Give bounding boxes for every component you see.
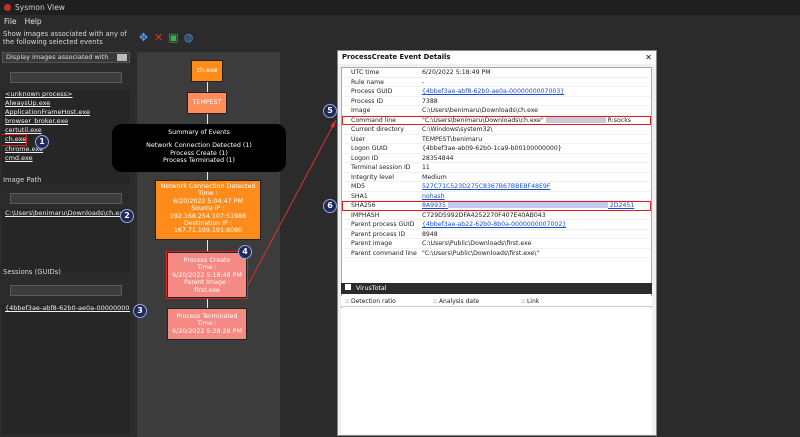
row-value: {4bbef3ae-ab09-62b0-1ca9-b00100000000} xyxy=(422,145,562,152)
row-value: "C:\Users\benimaru\Downloads\ch.exe" R:s… xyxy=(422,116,631,125)
row-key: IMPHASH xyxy=(351,211,380,219)
row-key: Rule name xyxy=(351,78,384,86)
detail-row: IMPHASH C729D5992DFA4252270F407E40AB043 xyxy=(342,211,651,220)
row-key: Terminal session ID xyxy=(351,164,411,171)
row-key: SHA256 xyxy=(351,202,376,209)
row-value: C:\Windows\system32\ xyxy=(422,126,493,133)
row-key: SHA1 xyxy=(351,192,368,200)
row-key: Process GUID xyxy=(351,88,393,95)
detail-row: Parent image C:\Users\Public\Downloads\fi… xyxy=(342,239,651,249)
callout-badge-5: 5 xyxy=(323,104,337,118)
detail-row-sha256: SHA256 8A9935 2D2451 xyxy=(342,201,651,211)
detail-row: SHA1 nohash xyxy=(342,192,651,201)
detail-row: Logon GUID {4bbef3ae-ab09-62b0-1ca9-b0010… xyxy=(342,144,651,154)
row-key: Parent process ID xyxy=(351,230,406,238)
command-line-tail: R:socks xyxy=(607,116,632,124)
row-value: - xyxy=(422,78,425,86)
detail-row: Logon ID 28354844 xyxy=(342,154,651,163)
callout-badge-1: 1 xyxy=(35,135,49,149)
row-value-link[interactable]: {4bbef3ae-ab22-62b0-8b0a-0000000007002} xyxy=(422,220,566,229)
detail-row: User TEMPEST\benimaru xyxy=(342,135,651,144)
row-key: User xyxy=(351,135,366,143)
row-key: Logon GUID xyxy=(351,145,388,152)
detail-row-command-line: Command line "C:\Users\benimaru\Download… xyxy=(342,115,651,125)
detail-row: MD5 527C71C523D275C8367B67BBEBF48E9F xyxy=(342,182,651,192)
row-value-link[interactable]: 527C71C523D275C8367B67BBEBF48E9F xyxy=(422,182,550,191)
row-value: 8948 xyxy=(422,230,438,238)
virustotal-columns: :: Detection ratio :: Analysis date :: L… xyxy=(341,296,652,307)
callout-badge-2: 2 xyxy=(120,209,134,223)
detail-row: Process GUID {4bbef3ae-abf8-62b0-ae0a-000… xyxy=(342,87,651,97)
row-key: MD5 xyxy=(351,183,366,190)
arrow-head xyxy=(330,120,336,128)
row-value: 28354844 xyxy=(422,154,454,162)
detail-row: Terminal session ID 11 xyxy=(342,163,651,173)
column-link[interactable]: :: Link xyxy=(517,296,605,306)
row-key: Image xyxy=(351,107,371,114)
row-key: Integrity level xyxy=(351,173,394,181)
virustotal-results xyxy=(341,308,652,434)
row-value: "C:\Users\Public\Downloads\first.exe\" xyxy=(422,249,540,257)
row-value: 11 xyxy=(422,164,430,171)
detail-row: Parent process ID 8948 xyxy=(342,230,651,239)
virustotal-label: VirusTotal xyxy=(356,285,387,292)
row-key: Process ID xyxy=(351,97,384,105)
row-value: 7388 xyxy=(422,97,438,105)
column-analysis-date[interactable]: :: Analysis date xyxy=(429,296,517,306)
sha256-head: 8A9935 xyxy=(422,202,446,209)
close-icon[interactable]: ✕ xyxy=(645,51,652,64)
redacted-block xyxy=(545,116,606,123)
row-value: C729D5992DFA4252270F407E40AB043 xyxy=(422,211,546,219)
callout-badge-3: 3 xyxy=(133,304,147,318)
row-value: Medium xyxy=(422,173,447,181)
row-key: Logon ID xyxy=(351,154,379,162)
detail-row: Rule name - xyxy=(342,78,651,87)
row-key: Command line xyxy=(351,116,396,124)
row-value: C:\Users\benimaru\Downloads\ch.exe xyxy=(422,107,538,114)
row-value: TEMPEST\benimaru xyxy=(422,135,483,143)
row-key: UTC time xyxy=(351,69,380,76)
detail-row: UTC time 6/20/2022 5:18:49 PM xyxy=(342,68,651,78)
detail-row: Image C:\Users\benimaru\Downloads\ch.exe xyxy=(342,106,651,116)
column-detection-ratio[interactable]: :: Detection ratio xyxy=(341,296,429,306)
redacted-block xyxy=(447,202,608,208)
command-line-part: "C:\Users\benimaru\Downloads\ch.exe" xyxy=(422,116,544,124)
event-details-dialog: ProcessCreate Event Details ✕ UTC time 6/… xyxy=(337,50,657,436)
detail-row: Process ID 7388 xyxy=(342,97,651,106)
row-value: C:\Users\Public\Downloads\first.exe xyxy=(422,240,532,247)
detail-row: Current directory C:\Windows\system32\ xyxy=(342,125,651,135)
row-value: 6/20/2022 5:18:49 PM xyxy=(422,69,491,76)
detail-row: Parent command line "C:\Users\Public\Down… xyxy=(342,249,651,258)
row-key: Parent command line xyxy=(351,249,417,257)
detail-row: Integrity level Medium xyxy=(342,173,651,182)
sha256-tail: 2D2451 xyxy=(609,202,635,209)
virustotal-icon xyxy=(345,284,351,290)
dialog-title-bar: ProcessCreate Event Details ✕ xyxy=(338,51,656,64)
virustotal-header: VirusTotal xyxy=(341,283,652,294)
row-key: Parent image xyxy=(351,240,393,247)
callout-badge-6: 6 xyxy=(323,199,337,213)
row-key: Parent process GUID xyxy=(351,221,415,228)
callout-badge-4: 4 xyxy=(238,245,252,259)
row-value-link[interactable]: 8A9935 2D2451 xyxy=(422,201,634,210)
row-value-link[interactable]: {4bbef3ae-abf8-62b0-ae0a-0000000007003} xyxy=(422,87,564,96)
dialog-title: ProcessCreate Event Details xyxy=(342,53,451,61)
row-value-link[interactable]: nohash xyxy=(422,192,445,201)
row-key: Current directory xyxy=(351,126,404,133)
detail-row: Parent process GUID {4bbef3ae-ab22-62b0-8… xyxy=(342,220,651,230)
